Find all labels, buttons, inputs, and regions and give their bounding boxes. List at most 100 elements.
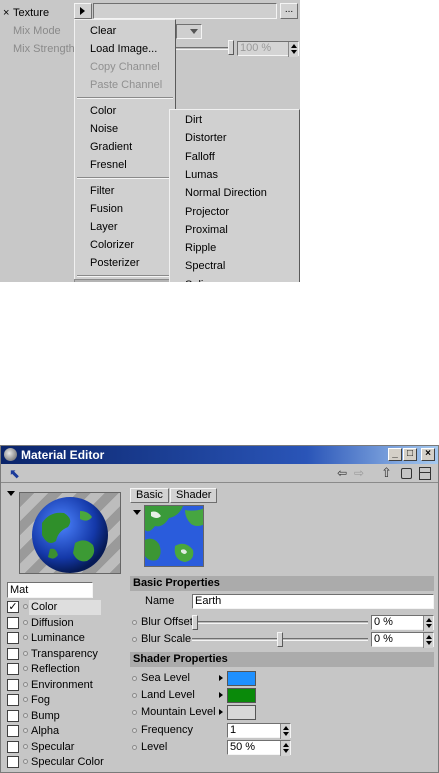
tab-shader[interactable]: Shader: [170, 488, 218, 503]
channel-checkbox[interactable]: [7, 725, 19, 737]
level-spinner[interactable]: [280, 741, 290, 756]
material-preview[interactable]: [19, 492, 121, 574]
menu-item-color[interactable]: Color: [75, 102, 175, 120]
animate-dot-icon[interactable]: [23, 728, 28, 733]
menu-item-noise[interactable]: Noise: [75, 120, 175, 138]
channel-checkbox[interactable]: [7, 756, 19, 768]
animate-dot-icon[interactable]: [132, 637, 137, 642]
menu-item-distorter[interactable]: Distorter: [170, 129, 299, 147]
channel-checkbox[interactable]: [7, 694, 19, 706]
menu-item-falloff[interactable]: Falloff: [170, 148, 299, 166]
expand-arrow-icon[interactable]: [219, 675, 223, 681]
menu-item-colorizer[interactable]: Colorizer: [75, 236, 175, 254]
shader-name-field[interactable]: Earth: [192, 594, 434, 609]
menu-item-layer[interactable]: Layer: [75, 218, 175, 236]
animate-dot-icon[interactable]: [23, 743, 28, 749]
texture-close-icon[interactable]: ×: [3, 7, 9, 19]
menu-item-copy-channel[interactable]: Copy Channel: [75, 58, 175, 76]
animate-dot-icon[interactable]: [23, 681, 28, 687]
tab-basic[interactable]: Basic: [130, 488, 169, 503]
menu-item-proximal[interactable]: Proximal: [170, 221, 299, 239]
blur-scale-slider-thumb[interactable]: [277, 632, 283, 647]
layout-icon[interactable]: [419, 467, 431, 480]
mountain-level-color-swatch[interactable]: [227, 705, 256, 720]
menu-item-load-image[interactable]: Load Image...: [75, 40, 175, 58]
animate-dot-icon[interactable]: [132, 745, 137, 750]
menu-item-effects[interactable]: Effects: [74, 279, 176, 282]
texture-menu-button[interactable]: [74, 3, 92, 19]
menu-item-projector[interactable]: Projector: [170, 203, 299, 221]
preview-menu-arrow-icon[interactable]: [7, 491, 15, 496]
animate-dot-icon[interactable]: [23, 759, 28, 764]
shader-menu-arrow-icon[interactable]: [133, 510, 141, 515]
animate-dot-icon[interactable]: [132, 710, 137, 715]
animate-dot-icon[interactable]: [23, 635, 28, 640]
channel-row-reflection[interactable]: Reflection: [7, 662, 123, 677]
mix-strength-field[interactable]: 100 %: [237, 41, 299, 57]
blur-offset-slider-thumb[interactable]: [192, 615, 198, 630]
channel-checkbox[interactable]: [7, 616, 19, 629]
channel-checkbox[interactable]: ✓: [7, 601, 19, 613]
channel-row-luminance[interactable]: Luminance: [7, 631, 123, 646]
menu-item-posterizer[interactable]: Posterizer: [75, 254, 175, 272]
animate-dot-icon[interactable]: [23, 650, 28, 656]
level-field[interactable]: 50 %: [227, 740, 291, 756]
channel-row-transparency[interactable]: Transparency: [7, 647, 123, 662]
menu-item-normal-direction[interactable]: Normal Direction: [170, 184, 299, 202]
minimize-button[interactable]: _: [388, 448, 402, 461]
channel-checkbox[interactable]: [7, 709, 19, 722]
mix-strength-slider-thumb[interactable]: [228, 40, 234, 55]
animate-dot-icon[interactable]: [132, 693, 137, 698]
animate-dot-icon[interactable]: [132, 620, 137, 625]
blur-offset-slider[interactable]: [192, 621, 368, 624]
frequency-spinner[interactable]: [280, 724, 290, 739]
maximize-button[interactable]: □: [403, 448, 417, 461]
blur-scale-spinner[interactable]: [423, 633, 433, 648]
mix-strength-spinner[interactable]: [288, 42, 298, 57]
menu-item-lumas[interactable]: Lumas: [170, 166, 299, 184]
blur-scale-field[interactable]: 0 %: [371, 632, 434, 648]
channel-row-color[interactable]: ✓ Color: [7, 600, 123, 615]
channel-row-fog[interactable]: Fog: [7, 693, 123, 708]
land-level-color-swatch[interactable]: [227, 688, 256, 703]
channel-row-bump[interactable]: Bump: [7, 709, 123, 724]
menu-item-gradient[interactable]: Gradient: [75, 138, 175, 156]
sea-level-color-swatch[interactable]: [227, 671, 256, 686]
menu-item-dirt[interactable]: Dirt: [170, 111, 299, 129]
menu-item-spectral[interactable]: Spectral: [170, 257, 299, 275]
animate-dot-icon[interactable]: [132, 728, 137, 733]
channel-checkbox[interactable]: [7, 632, 19, 644]
channel-checkbox[interactable]: [7, 678, 19, 691]
pointer-icon[interactable]: ⬉: [9, 466, 20, 482]
channel-row-diffusion[interactable]: Diffusion: [7, 616, 123, 631]
animate-dot-icon[interactable]: [23, 666, 28, 671]
menu-item-fusion[interactable]: Fusion: [75, 200, 175, 218]
frequency-field[interactable]: 1: [227, 723, 291, 739]
title-bar[interactable]: Material Editor _ □ ×: [1, 446, 438, 464]
material-name-field[interactable]: Mat: [7, 582, 93, 598]
expand-arrow-icon[interactable]: [219, 709, 223, 715]
menu-item-clear[interactable]: Clear: [75, 22, 175, 40]
channel-checkbox[interactable]: [7, 647, 19, 660]
menu-item-paste-channel[interactable]: Paste Channel: [75, 76, 175, 94]
menu-item-filter[interactable]: Filter: [75, 182, 175, 200]
animate-dot-icon[interactable]: [23, 604, 28, 609]
shader-preview[interactable]: [144, 505, 204, 567]
menu-item-ripple[interactable]: Ripple: [170, 239, 299, 257]
channel-checkbox[interactable]: [7, 740, 19, 753]
channel-row-alpha[interactable]: Alpha: [7, 724, 123, 739]
expand-arrow-icon[interactable]: [219, 692, 223, 698]
channel-row-specular[interactable]: Specular: [7, 740, 123, 755]
forward-arrow-icon[interactable]: ⇨: [354, 466, 364, 480]
menu-item-spline[interactable]: Spline: [170, 276, 299, 282]
animate-dot-icon[interactable]: [132, 676, 137, 681]
channel-checkbox[interactable]: [7, 663, 19, 675]
blur-offset-spinner[interactable]: [423, 616, 433, 631]
mix-strength-slider[interactable]: [176, 47, 228, 50]
animate-dot-icon[interactable]: [23, 712, 28, 718]
animate-dot-icon[interactable]: [23, 619, 28, 625]
menu-item-fresnel[interactable]: Fresnel: [75, 156, 175, 174]
texture-browse-button[interactable]: ...: [280, 3, 298, 19]
close-button[interactable]: ×: [421, 448, 435, 461]
channel-row-environment[interactable]: Environment: [7, 678, 123, 693]
